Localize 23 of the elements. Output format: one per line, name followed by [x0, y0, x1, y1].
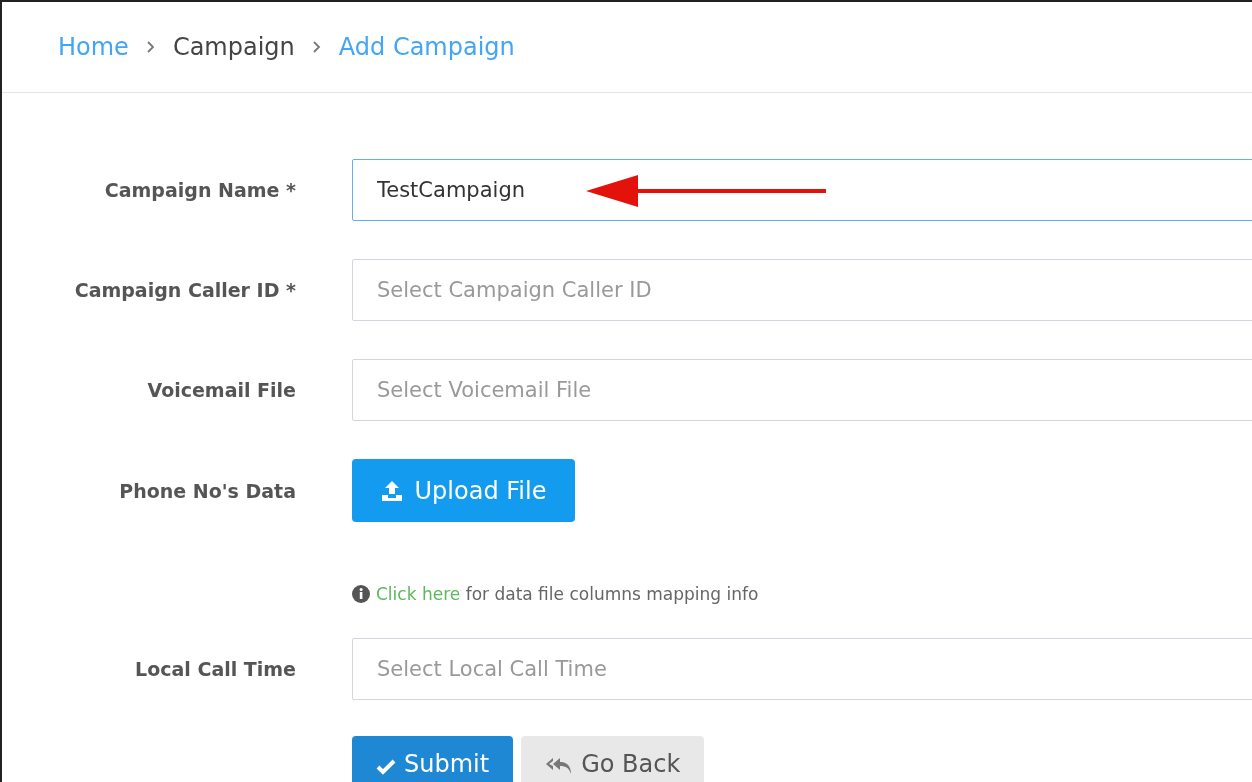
upload-button[interactable]: Upload File — [352, 459, 575, 522]
input-field[interactable]: TestCampaign — [352, 159, 1252, 221]
field-label: Local Call Time — [134, 658, 296, 680]
breadcrumb-item: Campaign — [172, 33, 295, 61]
submit-button[interactable]: Submit — [352, 736, 514, 782]
field-label: Campaign Name * — [103, 179, 296, 201]
go-back-button[interactable]: Go Back — [521, 736, 705, 782]
input-field[interactable]: Select Voicemail File — [352, 359, 1252, 421]
mapping-info-text: Click here for data file columns mapping info — [376, 584, 759, 604]
checkmark-icon — [376, 758, 396, 776]
chevron-icon — [146, 41, 155, 53]
breadcrumb-item[interactable]: Home — [58, 33, 129, 61]
click-here-link[interactable]: Click here — [376, 584, 461, 604]
breadcrumb-item[interactable]: Add Campaign — [338, 33, 515, 61]
input-field[interactable]: Select Local Call Time — [352, 638, 1252, 700]
field-label: Voicemail File — [146, 379, 296, 401]
chevron-icon — [312, 41, 321, 53]
reply-all-icon — [545, 756, 574, 776]
input-field[interactable]: Select Campaign Caller ID — [352, 259, 1252, 321]
field-label: Campaign Caller ID * — [73, 279, 296, 301]
info-icon — [352, 585, 370, 603]
field-label: Phone No's Data — [118, 479, 296, 502]
upload-icon — [380, 479, 403, 502]
